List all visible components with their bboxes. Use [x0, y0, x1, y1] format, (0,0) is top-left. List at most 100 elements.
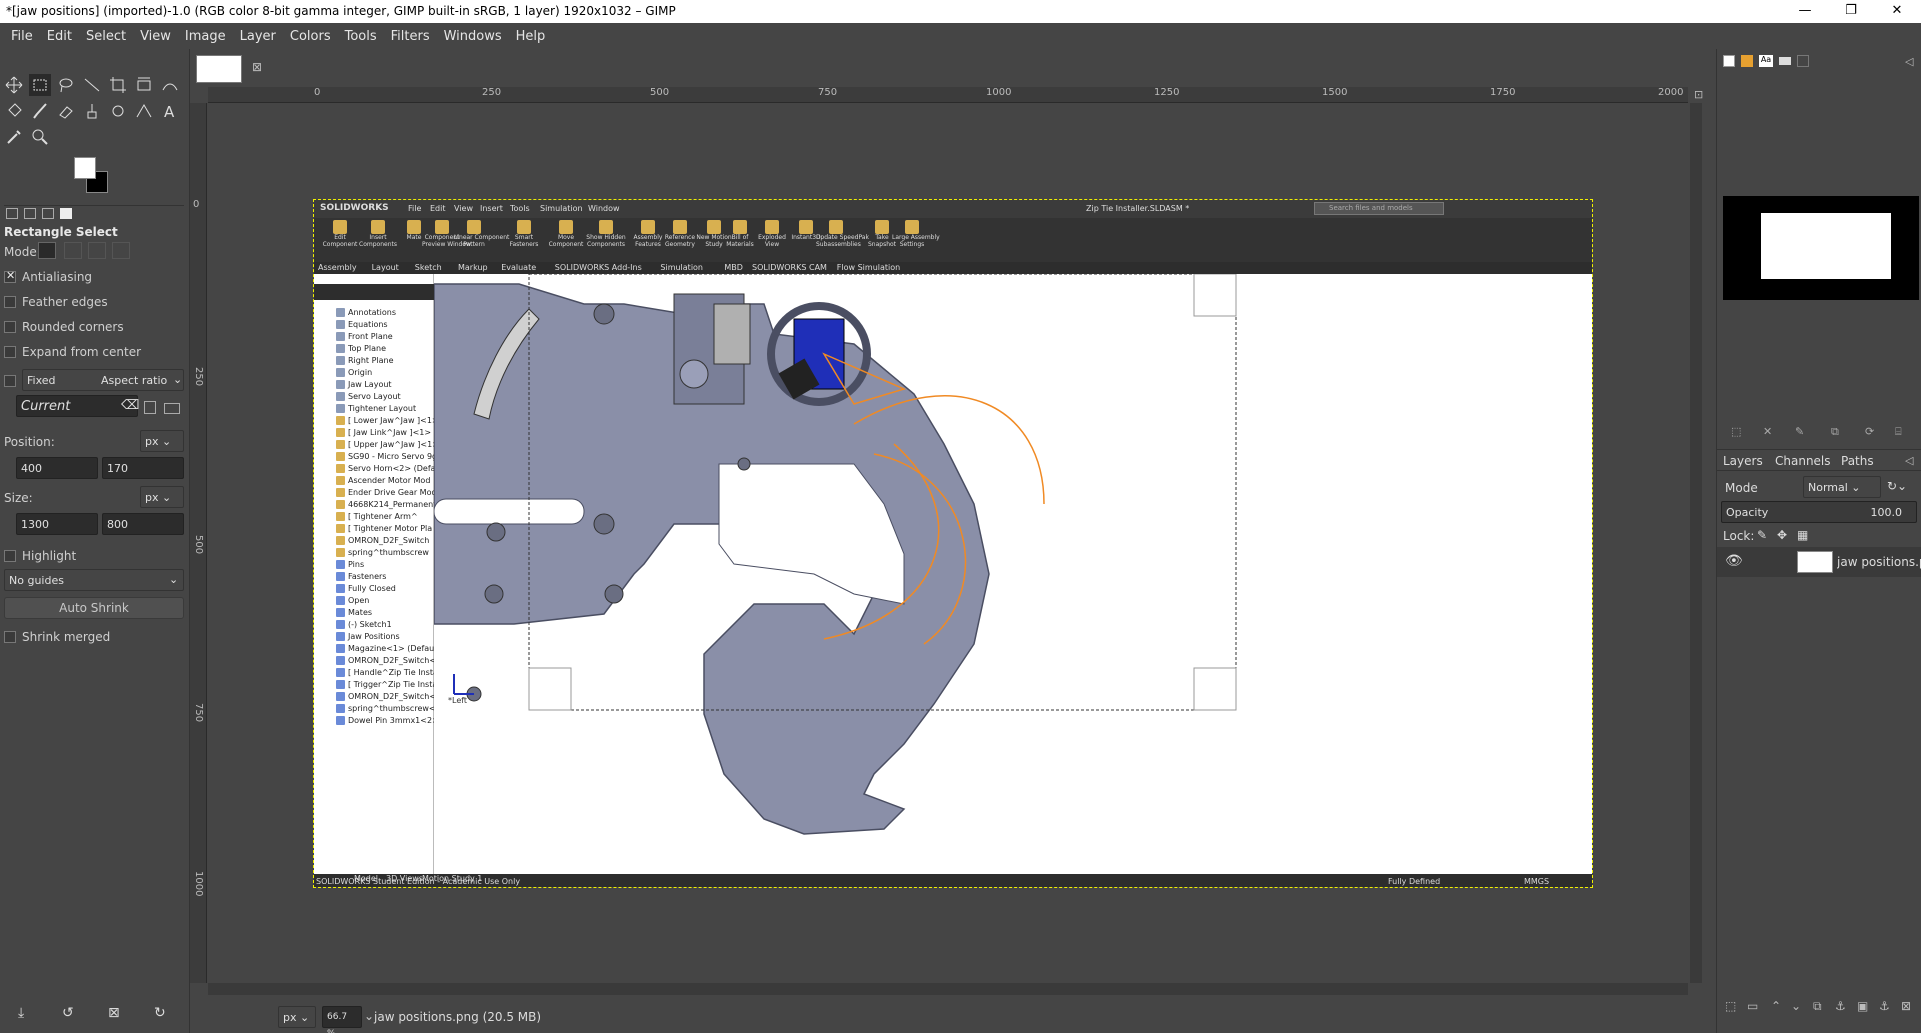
auto-shrink-button[interactable]: Auto Shrink [4, 597, 184, 619]
delete-options-icon[interactable]: ⊠ [108, 1005, 120, 1021]
color-picker-tool-icon[interactable] [3, 126, 25, 148]
maximize-button[interactable]: ❐ [1828, 0, 1874, 23]
expand-row[interactable]: Expand from center [4, 345, 141, 359]
reset-options-icon[interactable]: ↻ [154, 1005, 166, 1021]
mask-layer-icon[interactable]: ▣ [1857, 999, 1868, 1013]
mode-subtract-icon[interactable] [88, 242, 106, 259]
layer-mode-select[interactable]: Normal ⌄ [1803, 476, 1881, 498]
crop-tool-icon[interactable] [107, 74, 129, 96]
brush-refresh-icon[interactable]: ⟳ [1865, 425, 1874, 438]
eye-icon[interactable]: 👁 [1725, 553, 1743, 569]
menu-image[interactable]: Image [178, 29, 233, 44]
menu-select[interactable]: Select [79, 29, 133, 44]
restore-options-icon[interactable]: ↺ [62, 1005, 74, 1021]
text-tool-icon[interactable]: A [159, 100, 181, 122]
undo-history-tab-icon[interactable] [42, 208, 54, 219]
lower-layer-icon[interactable]: ⌄ [1791, 999, 1801, 1013]
delete-layer-icon[interactable]: ⊠ [1901, 999, 1911, 1013]
paintbrush-tool-icon[interactable] [29, 100, 51, 122]
mode-intersect-icon[interactable] [112, 242, 130, 259]
guides-dropdown[interactable]: No guides ⌄ [4, 569, 184, 591]
save-options-icon[interactable]: ⤓ [18, 1005, 24, 1021]
new-group-icon[interactable]: ▭ [1747, 999, 1758, 1013]
menu-help[interactable]: Help [509, 29, 553, 44]
shrink-merged-row[interactable]: Shrink merged [4, 630, 110, 644]
close-button[interactable]: ✕ [1874, 0, 1920, 23]
gradients-tab-icon[interactable] [1779, 57, 1791, 65]
layer-row[interactable]: 👁 jaw positions.png [1717, 547, 1921, 577]
size-w-input[interactable]: 1300 [16, 513, 98, 535]
bucket-fill-tool-icon[interactable] [3, 100, 25, 122]
landscape-icon[interactable] [164, 403, 180, 414]
unit-selector[interactable]: px ⌄ [278, 1006, 316, 1028]
close-image-icon[interactable]: ⊠ [252, 60, 262, 74]
zoom-to-fit-icon[interactable]: ⊡ [1694, 88, 1703, 101]
menu-colors[interactable]: Colors [283, 29, 338, 44]
size-h-input[interactable]: 800 [102, 513, 184, 535]
dock-menu-icon[interactable]: ◁ [1905, 454, 1913, 467]
rect-select-tool-icon[interactable] [29, 74, 51, 96]
tool-options-tab-icon[interactable] [6, 208, 18, 219]
duplicate-layer-icon[interactable]: ⧉ [1813, 999, 1822, 1014]
navigation-preview[interactable] [1723, 196, 1919, 300]
lock-position-icon[interactable]: ✥ [1777, 528, 1787, 542]
brush-open-icon[interactable]: ⌸ [1895, 425, 1902, 439]
highlight-checkbox[interactable] [4, 550, 16, 562]
portrait-icon[interactable] [144, 401, 156, 414]
vertical-ruler[interactable]: 0 250 500 750 1000 [190, 103, 207, 983]
tab-paths[interactable]: Paths [1841, 454, 1874, 468]
menu-filters[interactable]: Filters [384, 29, 437, 44]
mode-add-icon[interactable] [64, 242, 82, 259]
size-unit-select[interactable]: px ⌄ [140, 486, 184, 508]
eraser-tool-icon[interactable] [55, 100, 77, 122]
warp-tool-icon[interactable] [159, 74, 181, 96]
smudge-tool-icon[interactable] [107, 100, 129, 122]
antialiasing-row[interactable]: Antialiasing [4, 269, 92, 284]
horizontal-ruler[interactable]: 0 250 500 750 1000 1250 1500 1750 2000 [208, 87, 1688, 103]
lasso-tool-icon[interactable] [55, 74, 77, 96]
menu-tools[interactable]: Tools [338, 29, 384, 44]
position-x-input[interactable]: 400 [16, 457, 98, 479]
rounded-checkbox[interactable] [4, 321, 16, 333]
horizontal-scrollbar[interactable] [208, 983, 1688, 995]
highlight-row[interactable]: Highlight [4, 549, 76, 563]
antialiasing-checkbox[interactable] [4, 269, 16, 283]
vertical-scrollbar[interactable] [1690, 103, 1702, 983]
tab-layers[interactable]: Layers [1723, 454, 1763, 468]
fixed-dropdown[interactable]: Fixed Aspect ratio ⌄ [22, 369, 184, 391]
chevron-down-icon[interactable]: ⌄ [364, 1009, 374, 1023]
brush-edit-icon[interactable]: ⬚ [1731, 425, 1741, 438]
tab-channels[interactable]: Channels [1775, 454, 1831, 468]
menu-view[interactable]: View [133, 29, 178, 44]
new-layer-icon[interactable]: ⬚ [1725, 999, 1736, 1013]
zoom-tool-icon[interactable] [29, 126, 51, 148]
brush-new-icon[interactable]: ✎ [1795, 425, 1804, 438]
zoom-input[interactable]: 66.7 % [322, 1006, 362, 1033]
image-canvas[interactable]: SOLIDWORKS File Edit View Insert Tools S… [313, 199, 1593, 888]
position-y-input[interactable]: 170 [102, 457, 184, 479]
patterns-tab-icon[interactable] [1741, 55, 1753, 67]
feather-row[interactable]: Feather edges [4, 295, 108, 309]
paths-tool-icon[interactable] [133, 100, 155, 122]
foreground-color-swatch[interactable] [74, 157, 96, 179]
move-tool-icon[interactable] [3, 74, 25, 96]
minimize-button[interactable]: — [1782, 0, 1828, 23]
clone-tool-icon[interactable] [81, 100, 103, 122]
lock-alpha-icon[interactable]: ▦ [1797, 528, 1808, 542]
images-tab-icon[interactable] [60, 208, 72, 219]
brush-delete-icon[interactable]: ✕ [1763, 425, 1772, 438]
image-tab-thumbnail[interactable] [196, 55, 242, 83]
anchor-layer-icon[interactable]: ⚓ [1835, 999, 1846, 1013]
brush-duplicate-icon[interactable]: ⧉ [1831, 425, 1839, 439]
raise-layer-icon[interactable]: ⌃ [1771, 999, 1781, 1013]
rounded-row[interactable]: Rounded corners [4, 320, 124, 334]
opacity-slider[interactable]: Opacity 100.0 [1721, 501, 1917, 523]
menu-windows[interactable]: Windows [437, 29, 509, 44]
menu-layer[interactable]: Layer [233, 29, 283, 44]
device-status-tab-icon[interactable] [24, 208, 36, 219]
menu-edit[interactable]: Edit [40, 29, 79, 44]
dock-menu-icon[interactable]: ◁ [1905, 55, 1913, 68]
fixed-checkbox[interactable] [4, 375, 16, 387]
shrink-merged-checkbox[interactable] [4, 631, 16, 643]
feather-checkbox[interactable] [4, 296, 16, 308]
